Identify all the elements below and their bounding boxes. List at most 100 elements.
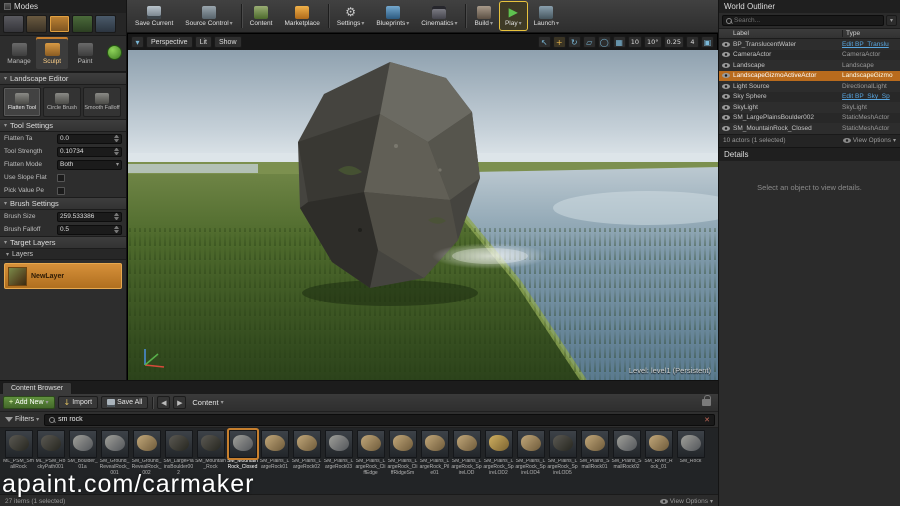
- column-label[interactable]: Label: [719, 30, 842, 37]
- asset-thumbnail[interactable]: [324, 430, 353, 458]
- asset-thumbnail[interactable]: [420, 430, 449, 458]
- tool-strength-input[interactable]: 0.10734: [57, 146, 122, 157]
- asset-thumbnail[interactable]: [516, 430, 545, 458]
- asset-thumbnail[interactable]: [356, 430, 385, 458]
- viewport-options-icon[interactable]: ▾: [131, 36, 144, 48]
- save-all-button[interactable]: Save All: [101, 396, 149, 409]
- asset-thumbnail[interactable]: [164, 430, 193, 458]
- asset-item[interactable]: SM_River_Rock_01: [643, 430, 674, 476]
- rotation-snap-toggle[interactable]: 10°: [643, 36, 662, 48]
- rotate-tool-icon[interactable]: ↻: [567, 36, 581, 48]
- asset-item[interactable]: SM_Plains_LargeRock_SpireLOD2: [483, 430, 514, 476]
- level-viewport[interactable]: ▾ Perspective Lit Show ↖ + ↻ ▱ ◯ ▦ 10 10…: [127, 33, 719, 381]
- place-mode-icon[interactable]: [3, 15, 24, 33]
- asset-item[interactable]: SM_Plains_LargeRock_CliffEdge: [355, 430, 386, 476]
- asset-item[interactable]: SM_Rock: [675, 430, 706, 476]
- asset-search-input[interactable]: [58, 416, 702, 423]
- asset-thumbnail[interactable]: [548, 430, 577, 458]
- brush-settings-header[interactable]: ▾ Brush Settings: [0, 197, 126, 210]
- visibility-eye-icon[interactable]: [722, 104, 730, 110]
- build-button[interactable]: Build ▾: [469, 2, 497, 30]
- blueprints-button[interactable]: Blueprints ▾: [371, 2, 414, 30]
- asset-item[interactable]: SM_Plains_LargeRock_SpireLOD5: [547, 430, 578, 476]
- outliner-search-field[interactable]: [734, 17, 880, 24]
- target-layers-header[interactable]: ▾ Target Layers: [0, 236, 126, 249]
- brush-falloff-input[interactable]: 0.5: [57, 224, 122, 235]
- content-view-options[interactable]: View Options ▾: [659, 498, 713, 505]
- asset-thumbnail[interactable]: [580, 430, 609, 458]
- clear-search-icon[interactable]: ✕: [704, 416, 710, 424]
- viewport-scene[interactable]: [128, 50, 719, 381]
- asset-item[interactable]: SM_Plains_LargeRock03: [323, 430, 354, 476]
- back-button[interactable]: ◀: [157, 396, 171, 409]
- outliner-row[interactable]: CameraActor CameraActor: [719, 50, 900, 61]
- target-layer-item[interactable]: NewLayer: [4, 263, 122, 289]
- translate-tool-icon[interactable]: +: [552, 36, 566, 48]
- asset-search-box[interactable]: ✕: [44, 413, 715, 426]
- outliner-row[interactable]: BP_TranslucentWater Edit BP_Translu: [719, 39, 900, 50]
- asset-thumbnail[interactable]: [196, 430, 225, 458]
- layers-subheader[interactable]: ▾ Layers: [0, 249, 126, 260]
- source-control-button[interactable]: Source Control ▾: [180, 2, 237, 30]
- tab-paint[interactable]: Paint: [69, 38, 101, 69]
- path-breadcrumb[interactable]: Content ▾: [189, 398, 226, 407]
- asset-thumbnail[interactable]: [676, 430, 705, 458]
- asset-thumbnail[interactable]: [484, 430, 513, 458]
- asset-thumbnail[interactable]: [4, 430, 33, 458]
- perspective-dropdown[interactable]: Perspective: [146, 36, 193, 48]
- outliner-row[interactable]: Landscape Landscape: [719, 60, 900, 71]
- modes-panel-header[interactable]: Modes: [0, 0, 126, 13]
- spinner-arrows-icon[interactable]: [114, 148, 119, 155]
- asset-item[interactable]: SM_Plains_LargeRock_Pile01: [419, 430, 450, 476]
- world-outliner-title[interactable]: World Outliner: [719, 0, 900, 13]
- pick-value-checkbox[interactable]: [57, 186, 65, 195]
- forward-button[interactable]: ▶: [173, 396, 187, 409]
- asset-item[interactable]: SM_Plains_LargeRock_CliffRidgeSm: [387, 430, 418, 476]
- tool-settings-header[interactable]: ▾ Tool Settings: [0, 119, 126, 132]
- outliner-row[interactable]: LandscapeGizmoActiveActor LandscapeGizmo: [719, 70, 900, 81]
- tab-sculpt[interactable]: Sculpt: [36, 38, 68, 69]
- select-tool-icon[interactable]: ↖: [537, 36, 551, 48]
- outliner-column-headers[interactable]: Label Type: [719, 28, 900, 39]
- foliage-mode-icon[interactable]: [72, 15, 93, 33]
- landscape-mode-icon[interactable]: [49, 15, 70, 33]
- visibility-eye-icon[interactable]: [722, 41, 730, 47]
- marketplace-button[interactable]: Marketplace: [279, 2, 324, 30]
- add-new-button[interactable]: + Add New ▾: [3, 396, 55, 409]
- asset-thumbnail[interactable]: [388, 430, 417, 458]
- launch-button[interactable]: Launch ▾: [529, 2, 564, 30]
- asset-thumbnail[interactable]: [292, 430, 321, 458]
- flatten-target-input[interactable]: 0.0: [57, 133, 122, 144]
- scale-snap-toggle[interactable]: 0.25: [663, 36, 684, 48]
- asset-item[interactable]: SM_Plains_LargeRock_SpireLOD: [451, 430, 482, 476]
- outliner-row[interactable]: SkyLight SkyLight: [719, 102, 900, 113]
- save-current-button[interactable]: Save Current: [130, 2, 178, 30]
- green-circle-icon[interactable]: [107, 45, 122, 60]
- lock-icon[interactable]: [702, 395, 711, 406]
- details-title[interactable]: Details: [719, 147, 900, 161]
- world-coordinate-icon[interactable]: ◯: [597, 36, 611, 48]
- visibility-eye-icon[interactable]: [722, 83, 730, 89]
- asset-thumbnail[interactable]: [260, 430, 289, 458]
- surface-snap-icon[interactable]: ▦: [612, 36, 626, 48]
- show-dropdown[interactable]: Show: [213, 36, 242, 48]
- flatten-tool-button[interactable]: Flatten Tool: [3, 87, 41, 117]
- breadcrumb-content[interactable]: Content: [192, 398, 218, 407]
- asset-thumbnail[interactable]: [644, 430, 673, 458]
- spinner-arrows-icon[interactable]: [114, 135, 119, 142]
- asset-item[interactable]: SM_Plains_LargeRock01: [259, 430, 290, 476]
- circle-brush-button[interactable]: Circle Brush: [43, 87, 81, 117]
- asset-item[interactable]: SM_Plains_SmallRock02: [611, 430, 642, 476]
- visibility-eye-icon[interactable]: [722, 115, 730, 121]
- landscape-editor-header[interactable]: ▾ Landscape Editor: [0, 72, 126, 85]
- visibility-eye-icon[interactable]: [722, 62, 730, 68]
- grid-snap-toggle[interactable]: 10: [627, 36, 642, 48]
- visibility-eye-icon[interactable]: [722, 52, 730, 58]
- outliner-row[interactable]: Light Source DirectionalLight: [719, 81, 900, 92]
- asset-thumbnail[interactable]: [228, 430, 257, 458]
- maximize-viewport-icon[interactable]: ▣: [701, 36, 714, 48]
- geometry-mode-icon[interactable]: [95, 15, 116, 33]
- outliner-search-input[interactable]: [722, 15, 884, 26]
- asset-item[interactable]: SM_Plains_LargeRock_SpireLOD4: [515, 430, 546, 476]
- visibility-eye-icon[interactable]: [722, 94, 730, 100]
